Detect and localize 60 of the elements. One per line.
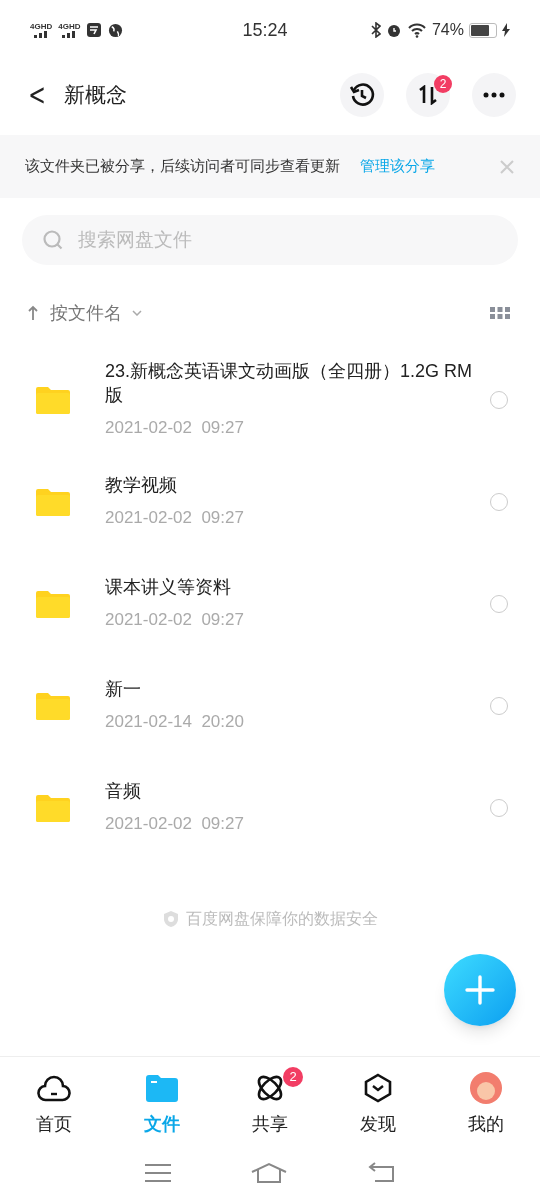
globe-icon [108, 22, 124, 38]
menu-icon[interactable] [145, 1163, 171, 1183]
notification-badge: 2 [283, 1067, 303, 1087]
folder-icon [36, 692, 70, 720]
file-name[interactable]: 课本讲义等资料 [105, 575, 490, 600]
alarm-icon [385, 22, 402, 38]
chevron-down-icon [132, 310, 142, 316]
network-type: 4GHD [58, 22, 81, 31]
signal-icon [61, 30, 78, 38]
transfer-arrows-icon [417, 85, 439, 105]
wifi-icon [406, 22, 427, 38]
more-icon [483, 92, 505, 98]
file-date: 2021-02-02 09:27 [105, 813, 245, 836]
add-button[interactable] [444, 954, 516, 1026]
file-date: 2021-02-02 09:27 [105, 609, 245, 632]
avatar-icon [470, 1072, 502, 1104]
cloud-icon [37, 1074, 71, 1102]
security-note: 百度网盘保障你的数据安全 [186, 909, 378, 929]
page-title: 新概念 [64, 82, 128, 109]
notification-badge: 2 [434, 75, 452, 93]
search-field[interactable]: 搜索网盘文件 [22, 215, 518, 265]
back-gesture-icon[interactable] [367, 1162, 395, 1184]
nav-tab[interactable]: 首页 [0, 1071, 108, 1149]
status-time: 15:24 [241, 18, 289, 42]
more-button[interactable] [472, 73, 516, 117]
file-date: 2021-02-14 20:20 [105, 711, 245, 734]
signal-icon [33, 30, 50, 38]
hexagon-icon [364, 1073, 392, 1103]
sort-arrow-icon [28, 305, 38, 321]
file-name[interactable]: 音频 [105, 779, 490, 804]
sort-button[interactable]: 按文件名 [50, 299, 122, 327]
charging-icon [502, 23, 510, 37]
grid-view-icon[interactable] [490, 307, 510, 319]
banner-text: 该文件夹已被分享，后续访问者可同步查看更新 [25, 156, 340, 177]
file-name[interactable]: 新一 [105, 677, 490, 702]
folder-icon [36, 386, 70, 414]
nav-tab[interactable]: 发现 [324, 1071, 432, 1149]
folder-icon [36, 794, 70, 822]
folder-icon [36, 488, 70, 516]
plus-icon [465, 975, 495, 1005]
back-button[interactable]: < [26, 80, 48, 110]
bluetooth-icon [370, 22, 381, 38]
app-notification-icon [86, 22, 103, 38]
history-button[interactable] [340, 73, 384, 117]
history-icon [349, 82, 375, 108]
battery-icon [469, 22, 497, 38]
atom-icon [255, 1073, 285, 1103]
folder-icon [36, 590, 70, 618]
network-type: 4GHD [30, 22, 53, 31]
home-icon[interactable] [251, 1162, 287, 1184]
transfer-button[interactable]: 2 [406, 73, 450, 117]
file-name[interactable]: 教学视频 [105, 473, 490, 498]
shield-icon [162, 910, 180, 928]
file-date: 2021-02-02 09:27 [105, 507, 245, 530]
nav-tab[interactable]: 我的 [432, 1071, 540, 1149]
battery-percent: 74% [431, 20, 464, 40]
folder-icon [146, 1074, 178, 1102]
close-icon[interactable] [500, 159, 514, 174]
file-date: 2021-02-02 09:27 [105, 417, 245, 440]
file-name[interactable]: 23.新概念英语课文动画版（全四册）1.2G RM版 [105, 359, 490, 408]
